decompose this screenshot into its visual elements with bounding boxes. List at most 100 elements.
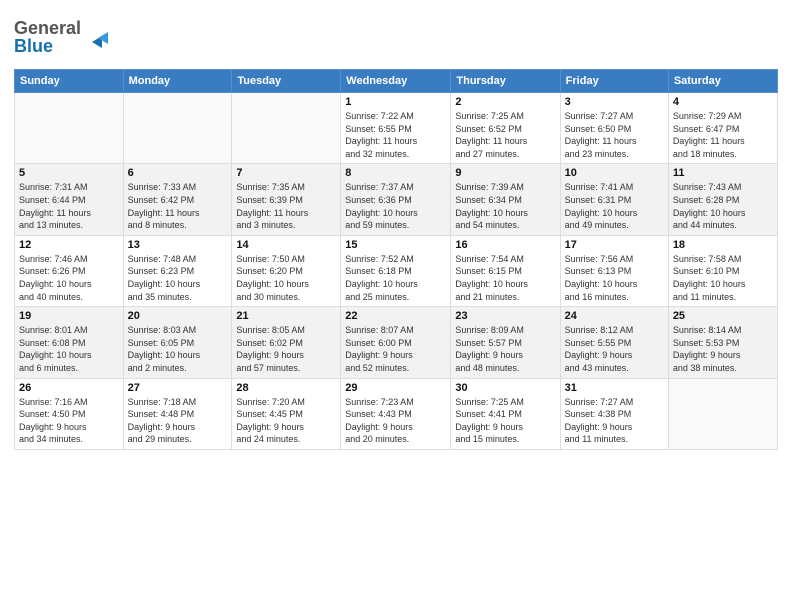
calendar-cell: 23 Sunrise: 8:09 AM Sunset: 5:57 PM Dayli…	[451, 307, 560, 378]
day-info: Sunrise: 7:58 AM Sunset: 6:10 PM Dayligh…	[673, 253, 773, 303]
day-number: 16	[455, 239, 555, 251]
calendar-cell: 17 Sunrise: 7:56 AM Sunset: 6:13 PM Dayli…	[560, 235, 668, 306]
weekday-header-wednesday: Wednesday	[341, 70, 451, 93]
week-row-2: 5 Sunrise: 7:31 AM Sunset: 6:44 PM Daylig…	[15, 164, 778, 235]
day-info: Sunrise: 8:12 AM Sunset: 5:55 PM Dayligh…	[565, 324, 664, 374]
calendar-cell: 25Sunrise: 8:14 AM Sunset: 5:53 PM Dayli…	[668, 307, 777, 378]
week-row-4: 19 Sunrise: 8:01 AM Sunset: 6:08 PM Dayli…	[15, 307, 778, 378]
day-number: 13	[128, 239, 228, 251]
day-number: 18	[673, 239, 773, 251]
day-info: Sunrise: 8:14 AM Sunset: 5:53 PM Dayligh…	[673, 324, 773, 374]
svg-text:Blue: Blue	[14, 36, 53, 56]
day-info: Sunrise: 7:23 AM Sunset: 4:43 PM Dayligh…	[345, 396, 446, 446]
day-number: 15	[345, 239, 446, 251]
weekday-header-row: SundayMondayTuesdayWednesdayThursdayFrid…	[15, 70, 778, 93]
day-info: Sunrise: 8:03 AM Sunset: 6:05 PM Dayligh…	[128, 324, 228, 374]
logo: General Blue	[14, 14, 124, 63]
calendar-cell: 4Sunrise: 7:29 AM Sunset: 6:47 PM Daylig…	[668, 93, 777, 164]
day-number: 6	[128, 167, 228, 179]
day-number: 4	[673, 96, 773, 108]
day-number: 20	[128, 310, 228, 322]
day-number: 8	[345, 167, 446, 179]
day-number: 31	[565, 382, 664, 394]
calendar-cell: 8 Sunrise: 7:37 AM Sunset: 6:36 PM Daylig…	[341, 164, 451, 235]
day-info: Sunrise: 8:07 AM Sunset: 6:00 PM Dayligh…	[345, 324, 446, 374]
day-number: 30	[455, 382, 555, 394]
day-info: Sunrise: 7:43 AM Sunset: 6:28 PM Dayligh…	[673, 181, 773, 231]
calendar-cell: 2 Sunrise: 7:25 AM Sunset: 6:52 PM Daylig…	[451, 93, 560, 164]
calendar-cell: 15 Sunrise: 7:52 AM Sunset: 6:18 PM Dayli…	[341, 235, 451, 306]
calendar-table: SundayMondayTuesdayWednesdayThursdayFrid…	[14, 69, 778, 450]
calendar-container: General Blue SundayMondayTuesdayWednesda…	[0, 0, 792, 612]
calendar-cell: 28 Sunrise: 7:20 AM Sunset: 4:45 PM Dayli…	[232, 378, 341, 449]
day-number: 26	[19, 382, 119, 394]
header: General Blue	[14, 10, 778, 63]
day-info: Sunrise: 8:01 AM Sunset: 6:08 PM Dayligh…	[19, 324, 119, 374]
calendar-cell: 13 Sunrise: 7:48 AM Sunset: 6:23 PM Dayli…	[123, 235, 232, 306]
day-number: 2	[455, 96, 555, 108]
day-info: Sunrise: 7:41 AM Sunset: 6:31 PM Dayligh…	[565, 181, 664, 231]
calendar-cell	[668, 378, 777, 449]
day-info: Sunrise: 7:46 AM Sunset: 6:26 PM Dayligh…	[19, 253, 119, 303]
week-row-1: 1Sunrise: 7:22 AM Sunset: 6:55 PM Daylig…	[15, 93, 778, 164]
day-number: 24	[565, 310, 664, 322]
week-row-3: 12 Sunrise: 7:46 AM Sunset: 6:26 PM Dayli…	[15, 235, 778, 306]
day-info: Sunrise: 7:18 AM Sunset: 4:48 PM Dayligh…	[128, 396, 228, 446]
weekday-header-sunday: Sunday	[15, 70, 124, 93]
day-number: 1	[345, 96, 446, 108]
calendar-cell: 20 Sunrise: 8:03 AM Sunset: 6:05 PM Dayli…	[123, 307, 232, 378]
calendar-cell: 31 Sunrise: 7:27 AM Sunset: 4:38 PM Dayli…	[560, 378, 668, 449]
day-info: Sunrise: 7:27 AM Sunset: 6:50 PM Dayligh…	[565, 110, 664, 160]
calendar-cell: 24 Sunrise: 8:12 AM Sunset: 5:55 PM Dayli…	[560, 307, 668, 378]
day-number: 17	[565, 239, 664, 251]
day-number: 9	[455, 167, 555, 179]
calendar-cell: 3Sunrise: 7:27 AM Sunset: 6:50 PM Daylig…	[560, 93, 668, 164]
day-info: Sunrise: 7:52 AM Sunset: 6:18 PM Dayligh…	[345, 253, 446, 303]
calendar-cell	[232, 93, 341, 164]
day-info: Sunrise: 7:25 AM Sunset: 6:52 PM Dayligh…	[455, 110, 555, 160]
day-info: Sunrise: 7:25 AM Sunset: 4:41 PM Dayligh…	[455, 396, 555, 446]
day-number: 12	[19, 239, 119, 251]
day-info: Sunrise: 8:05 AM Sunset: 6:02 PM Dayligh…	[236, 324, 336, 374]
calendar-cell: 11 Sunrise: 7:43 AM Sunset: 6:28 PM Dayli…	[668, 164, 777, 235]
weekday-header-friday: Friday	[560, 70, 668, 93]
day-info: Sunrise: 7:33 AM Sunset: 6:42 PM Dayligh…	[128, 181, 228, 231]
calendar-cell	[123, 93, 232, 164]
day-number: 7	[236, 167, 336, 179]
day-info: Sunrise: 7:27 AM Sunset: 4:38 PM Dayligh…	[565, 396, 664, 446]
calendar-cell: 27 Sunrise: 7:18 AM Sunset: 4:48 PM Dayli…	[123, 378, 232, 449]
day-number: 11	[673, 167, 773, 179]
day-info: Sunrise: 7:20 AM Sunset: 4:45 PM Dayligh…	[236, 396, 336, 446]
day-number: 10	[565, 167, 664, 179]
day-info: Sunrise: 7:54 AM Sunset: 6:15 PM Dayligh…	[455, 253, 555, 303]
calendar-cell: 18 Sunrise: 7:58 AM Sunset: 6:10 PM Dayli…	[668, 235, 777, 306]
day-info: Sunrise: 8:09 AM Sunset: 5:57 PM Dayligh…	[455, 324, 555, 374]
day-info: Sunrise: 7:37 AM Sunset: 6:36 PM Dayligh…	[345, 181, 446, 231]
calendar-cell: 16 Sunrise: 7:54 AM Sunset: 6:15 PM Dayli…	[451, 235, 560, 306]
calendar-cell: 14Sunrise: 7:50 AM Sunset: 6:20 PM Dayli…	[232, 235, 341, 306]
day-number: 19	[19, 310, 119, 322]
calendar-cell: 29Sunrise: 7:23 AM Sunset: 4:43 PM Dayli…	[341, 378, 451, 449]
calendar-cell: 12 Sunrise: 7:46 AM Sunset: 6:26 PM Dayli…	[15, 235, 124, 306]
day-number: 27	[128, 382, 228, 394]
day-number: 28	[236, 382, 336, 394]
weekday-header-saturday: Saturday	[668, 70, 777, 93]
logo-text: General Blue	[14, 14, 124, 63]
day-number: 5	[19, 167, 119, 179]
calendar-cell: 1Sunrise: 7:22 AM Sunset: 6:55 PM Daylig…	[341, 93, 451, 164]
calendar-cell: 22Sunrise: 8:07 AM Sunset: 6:00 PM Dayli…	[341, 307, 451, 378]
day-info: Sunrise: 7:31 AM Sunset: 6:44 PM Dayligh…	[19, 181, 119, 231]
calendar-cell: 26Sunrise: 7:16 AM Sunset: 4:50 PM Dayli…	[15, 378, 124, 449]
day-number: 21	[236, 310, 336, 322]
week-row-5: 26Sunrise: 7:16 AM Sunset: 4:50 PM Dayli…	[15, 378, 778, 449]
svg-text:General: General	[14, 18, 81, 38]
day-info: Sunrise: 7:35 AM Sunset: 6:39 PM Dayligh…	[236, 181, 336, 231]
calendar-cell: 6 Sunrise: 7:33 AM Sunset: 6:42 PM Daylig…	[123, 164, 232, 235]
day-info: Sunrise: 7:39 AM Sunset: 6:34 PM Dayligh…	[455, 181, 555, 231]
weekday-header-thursday: Thursday	[451, 70, 560, 93]
calendar-cell: 5 Sunrise: 7:31 AM Sunset: 6:44 PM Daylig…	[15, 164, 124, 235]
day-info: Sunrise: 7:48 AM Sunset: 6:23 PM Dayligh…	[128, 253, 228, 303]
day-number: 23	[455, 310, 555, 322]
day-number: 14	[236, 239, 336, 251]
day-info: Sunrise: 7:56 AM Sunset: 6:13 PM Dayligh…	[565, 253, 664, 303]
